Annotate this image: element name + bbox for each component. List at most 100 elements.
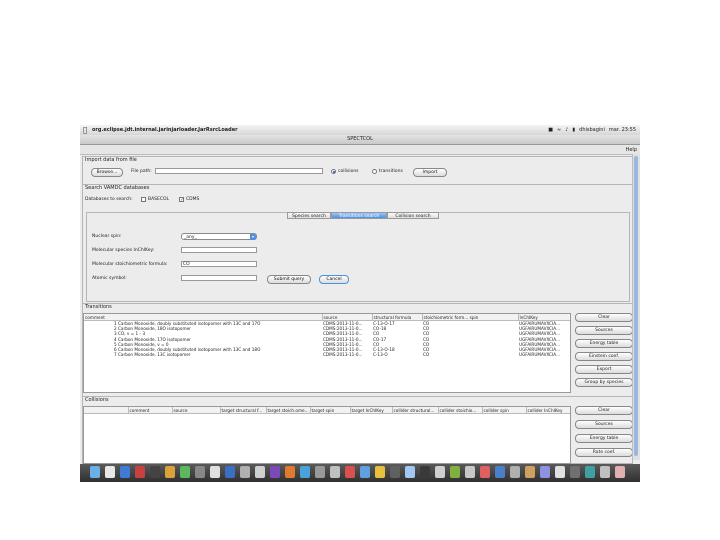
table-cell: CDMS:2013-11-0... <box>323 352 363 358</box>
dock-app-icon[interactable] <box>360 466 370 478</box>
basecol-label: BASECOL <box>148 197 170 202</box>
einstein-coef-button[interactable]: Einstein coef. <box>575 352 633 361</box>
nuclear-spin-value: _any_ <box>184 235 197 240</box>
dock-app-icon[interactable] <box>255 466 265 478</box>
dock-app-icon[interactable] <box>435 466 445 478</box>
dock-app-icon[interactable] <box>510 466 520 478</box>
tab-collision-search[interactable]: Collision search <box>387 212 439 219</box>
vertical-scrollbar[interactable] <box>632 154 640 460</box>
collisions-table-box: comment source target structural f... targe… <box>83 406 571 464</box>
collisions-column-header[interactable]: target spin <box>310 407 351 414</box>
browse-button[interactable]: Browse... <box>91 168 123 177</box>
collisions-energy-table-button[interactable]: Energy table <box>575 434 633 443</box>
atomic-symbol-label: Atomic symbol: <box>92 276 127 281</box>
app-name[interactable]: org.eclipse.jdt.internal.jarinjarloader.… <box>92 127 238 133</box>
dock-app-icon[interactable] <box>540 466 550 478</box>
atomic-symbol-input[interactable] <box>181 275 257 281</box>
dock-app-icon[interactable] <box>555 466 565 478</box>
tab-species-search[interactable]: Species search <box>287 212 331 219</box>
dock-app-icon[interactable] <box>495 466 505 478</box>
dock-app-icon[interactable] <box>480 466 490 478</box>
rate-coef-button[interactable]: Rate coef. <box>575 448 633 457</box>
nuclear-spin-label: Nuclear spin: <box>92 234 122 239</box>
energy-table-button[interactable]: Energy table <box>575 339 633 348</box>
dock-app-icon[interactable] <box>240 466 250 478</box>
inchikey-label: Molecular species InChIKey: <box>92 248 155 253</box>
dock-app-icon[interactable] <box>450 466 460 478</box>
file-path-input[interactable] <box>155 168 323 174</box>
cancel-button[interactable]: Cancel <box>319 275 349 284</box>
table-row[interactable]: 7 Carbon Monoxide, 13C isotopomer CDMS:20… <box>84 352 570 357</box>
collisions-column-header[interactable]: collider InChIKey <box>526 407 570 414</box>
dock-app-icon[interactable] <box>345 466 355 478</box>
dock-app-icon[interactable] <box>105 466 115 478</box>
collisions-column-header[interactable]: comment <box>128 407 173 414</box>
collisions-column-header[interactable]: target structural f... <box>220 407 267 414</box>
collisions-column-header[interactable]: source <box>172 407 221 414</box>
dock-app-icon[interactable] <box>270 466 280 478</box>
submit-query-button[interactable]: Submit query <box>267 275 311 284</box>
dock-app-icon[interactable] <box>525 466 535 478</box>
battery-icon[interactable]: ▮ <box>572 127 575 133</box>
collisions-clear-button[interactable]: Clear <box>575 406 633 415</box>
collisions-column-header[interactable]: target InChIKey <box>350 407 393 414</box>
dock-app-icon[interactable] <box>135 466 145 478</box>
group-by-species-button[interactable]: Group by species <box>575 378 633 387</box>
wifi-icon[interactable]: ≈ <box>557 127 561 133</box>
dock-app-icon[interactable] <box>150 466 160 478</box>
collisions-radio[interactable] <box>331 169 336 174</box>
dock-app-icon[interactable] <box>615 466 625 478</box>
databases-label: Databases to search: <box>85 197 133 202</box>
dock-app-icon[interactable] <box>405 466 415 478</box>
dock-app-icon[interactable] <box>165 466 175 478</box>
search-tabs: Species search Transitions search Collis… <box>287 212 439 219</box>
apple-icon[interactable]:  <box>83 126 87 134</box>
collisions-column-header[interactable]: collider spin <box>482 407 527 414</box>
tab-transitions-search[interactable]: Transitions search <box>331 212 387 219</box>
transitions-table: comment source structural formula stoichiom… <box>84 314 570 357</box>
collisions-table: comment source target structural f... targe… <box>84 407 570 414</box>
dock-app-icon[interactable] <box>375 466 385 478</box>
dock-app-icon[interactable] <box>420 466 430 478</box>
cdms-label: CDMS <box>186 197 200 202</box>
dock-app-icon[interactable] <box>210 466 220 478</box>
collisions-sources-button[interactable]: Sources <box>575 420 633 429</box>
basecol-checkbox[interactable] <box>141 197 146 202</box>
volume-icon[interactable]: ♪ <box>565 127 568 133</box>
export-button[interactable]: Export <box>575 365 633 374</box>
dock-app-icon[interactable] <box>465 466 475 478</box>
cdms-checkbox[interactable]: ✓ <box>179 197 184 203</box>
dock-app-icon[interactable] <box>330 466 340 478</box>
formula-input[interactable]: CO <box>181 261 257 267</box>
dock-app-icon[interactable] <box>390 466 400 478</box>
dock-app-icon[interactable] <box>285 466 295 478</box>
status-icon[interactable]: ■ <box>548 127 553 133</box>
transitions-clear-button[interactable]: Clear <box>575 313 633 322</box>
scrollbar-thumb[interactable] <box>634 156 638 456</box>
collisions-column-header[interactable]: target stoich.ome... <box>266 407 311 414</box>
help-menu[interactable]: Help <box>626 147 637 153</box>
dock-app-icon[interactable] <box>225 466 235 478</box>
transitions-sources-button[interactable]: Sources <box>575 326 633 335</box>
user-name[interactable]: dhisbagini <box>579 127 605 133</box>
transitions-radio[interactable] <box>372 169 377 174</box>
collisions-column-header[interactable]: collider stoichio... <box>438 407 483 414</box>
dock-app-icon[interactable] <box>600 466 610 478</box>
dock-app-icon[interactable] <box>195 466 205 478</box>
collisions-column-header[interactable]: collider structural... <box>392 407 439 414</box>
collisions-panel: Collisions comment source target structura… <box>82 396 633 464</box>
inchikey-input[interactable] <box>181 247 257 253</box>
application-screenshot:  org.eclipse.jdt.internal.jarinjarloade… <box>80 125 640 482</box>
dock-app-icon[interactable] <box>585 466 595 478</box>
dock-app-icon[interactable] <box>570 466 580 478</box>
dock-app-icon[interactable] <box>90 466 100 478</box>
search-panel: Search VAMDC databases Databases to sear… <box>82 184 633 304</box>
dock-app-icon[interactable] <box>120 466 130 478</box>
dock-app-icon[interactable] <box>180 466 190 478</box>
help-menu-bar: Help <box>80 145 640 155</box>
import-button[interactable]: Import <box>413 168 447 177</box>
collisions-column-header[interactable] <box>84 407 129 414</box>
nuclear-spin-select[interactable]: _any_ ▾ <box>181 233 257 240</box>
dock-app-icon[interactable] <box>315 466 325 478</box>
dock-app-icon[interactable] <box>300 466 310 478</box>
